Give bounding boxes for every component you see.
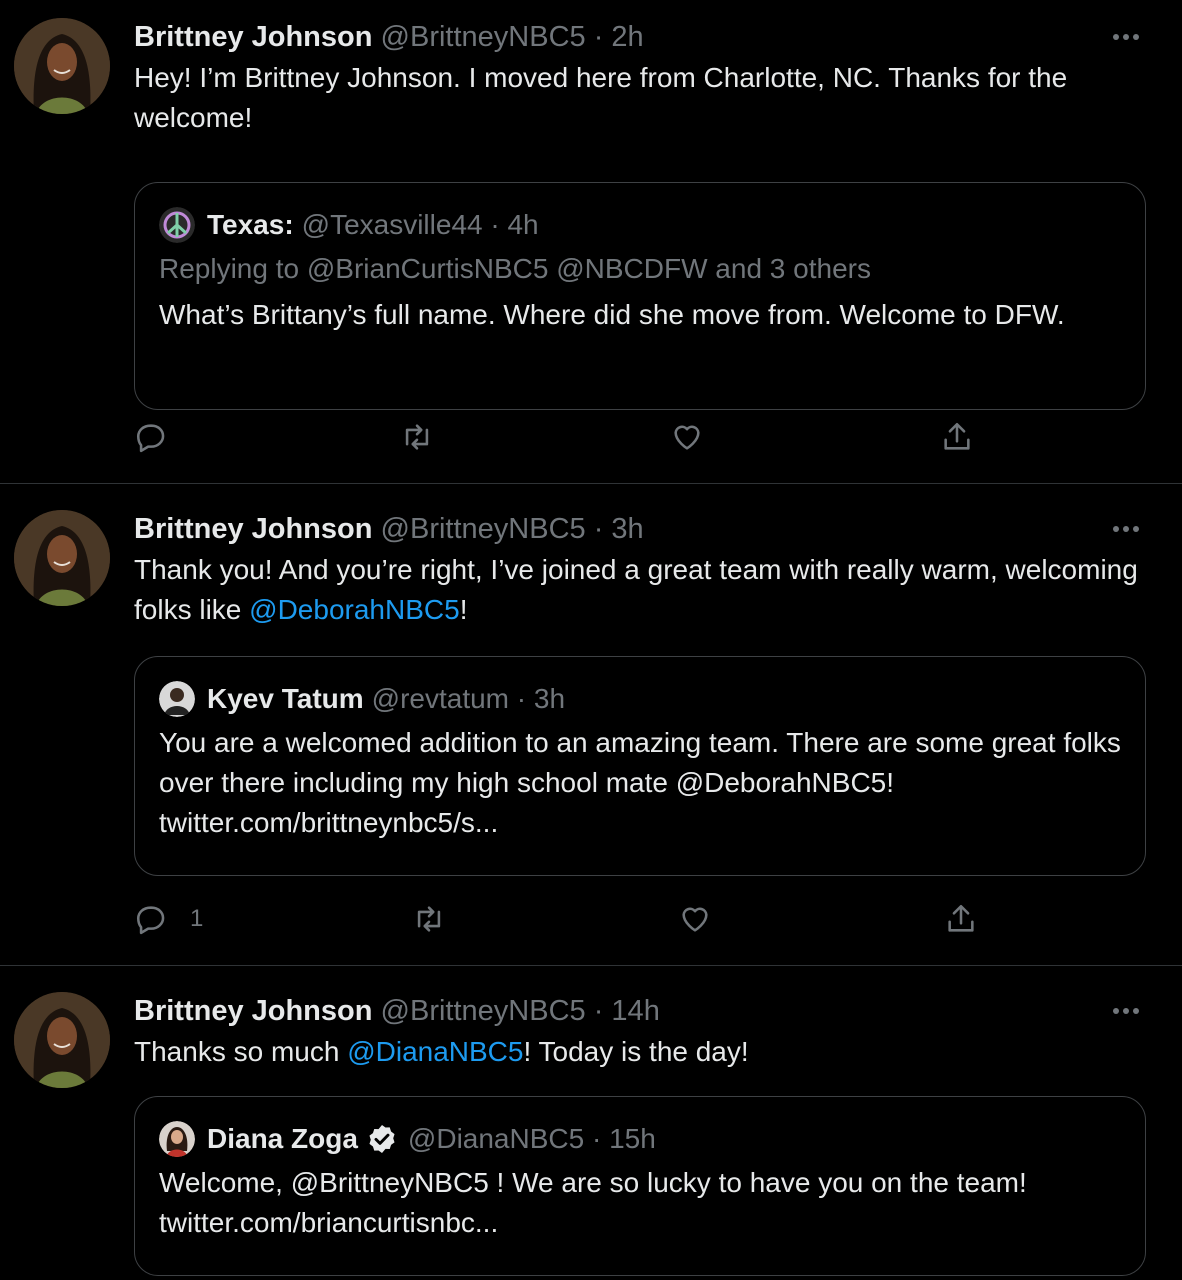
tweet-time[interactable]: · 14h xyxy=(594,995,660,1027)
tweet-text-tail: ! Today is the day! xyxy=(523,1036,749,1067)
quoted-author-handle: @Texasville44 xyxy=(301,209,483,240)
quoted-author-avatar xyxy=(159,207,195,243)
reply-icon xyxy=(136,906,165,935)
tweet-header: Brittney Johnson @BrittneyNBC5 · 2h xyxy=(134,20,1146,54)
quoted-tweet-time: · 15h xyxy=(591,1123,656,1154)
author-name[interactable]: Brittney Johnson xyxy=(134,995,372,1027)
tweet-time[interactable]: · 3h xyxy=(594,513,644,545)
quoted-author-name: Kyev Tatum xyxy=(207,683,364,714)
author-handle[interactable]: @BrittneyNBC5 xyxy=(381,21,586,53)
quoted-tweet-text: What’s Brittany’s full name. Where did s… xyxy=(159,299,1065,330)
more-icon[interactable] xyxy=(1106,994,1146,1028)
reply-count: 1 xyxy=(190,905,204,932)
like-button[interactable] xyxy=(678,902,944,936)
quoted-tweet-text: You are a welcomed addition to an amazin… xyxy=(159,727,1121,838)
mention-link[interactable]: @DeborahNBC5 xyxy=(249,594,460,625)
share-button[interactable] xyxy=(944,902,978,936)
quoted-author-handle: @revtatum xyxy=(371,683,509,714)
tweet-text-body: Thanks so much xyxy=(134,1036,348,1067)
tweet[interactable]: Brittney Johnson @BrittneyNBC5 · 3h Than… xyxy=(0,484,1182,966)
tweet-text: Thanks so much @DianaNBC5! Today is the … xyxy=(134,1032,1146,1072)
more-icon[interactable] xyxy=(1106,512,1146,546)
tweet-text-tail: ! xyxy=(459,594,468,625)
tweet-header: Brittney Johnson @BrittneyNBC5 · 3h xyxy=(134,512,1146,546)
quoted-tweet[interactable]: Diana Zoga @DianaNBC5 · 15h Welcome, @Br… xyxy=(134,1096,1146,1276)
more-icon[interactable] xyxy=(1106,20,1146,54)
share-icon xyxy=(944,422,970,450)
tweet[interactable]: Brittney Johnson @BrittneyNBC5 · 2h Hey!… xyxy=(0,0,1182,484)
quoted-author-name: Diana Zoga xyxy=(207,1123,358,1154)
verified-icon xyxy=(369,1125,395,1153)
replying-to: Replying to @BrianCurtisNBC5 @NBCDFW and… xyxy=(159,253,871,284)
share-icon xyxy=(948,904,974,932)
author-handle[interactable]: @BrittneyNBC5 xyxy=(381,513,586,545)
mention-link[interactable]: @DianaNBC5 xyxy=(347,1036,523,1067)
quoted-tweet-time: · 4h xyxy=(490,209,539,240)
author-name[interactable]: Brittney Johnson xyxy=(134,21,372,53)
share-button[interactable] xyxy=(940,420,974,454)
quoted-tweet-text: Welcome, @BrittneyNBC5 ! We are so lucky… xyxy=(159,1167,1027,1238)
quoted-author-handle: @DianaNBC5 xyxy=(407,1123,585,1154)
tweet-text: Hey! I’m Brittney Johnson. I moved here … xyxy=(134,58,1146,138)
retweet-icon xyxy=(417,906,441,932)
author-avatar[interactable] xyxy=(14,18,110,114)
quoted-author-name: Texas: xyxy=(207,209,294,240)
tweet-time[interactable]: · 2h xyxy=(594,21,644,53)
author-name[interactable]: Brittney Johnson xyxy=(134,513,372,545)
author-avatar[interactable] xyxy=(14,510,110,606)
tweet[interactable]: Brittney Johnson @BrittneyNBC5 · 14h Tha… xyxy=(0,966,1182,1280)
quoted-tweet[interactable]: Texas: @Texasville44 · 4h Replying to @B… xyxy=(134,182,1146,410)
like-icon xyxy=(682,907,708,932)
quoted-author-avatar xyxy=(159,1121,195,1157)
tweet-header: Brittney Johnson @BrittneyNBC5 · 14h xyxy=(134,994,1146,1028)
tweet-text-body: Hey! I’m Brittney Johnson. I moved here … xyxy=(134,62,1068,133)
retweet-button[interactable] xyxy=(412,902,678,936)
quoted-author-avatar xyxy=(159,681,195,717)
quoted-tweet-time: · 3h xyxy=(516,683,566,714)
author-avatar[interactable] xyxy=(14,992,110,1088)
author-handle[interactable]: @BrittneyNBC5 xyxy=(381,995,586,1027)
tweet-text: Thank you! And you’re right, I’ve joined… xyxy=(134,550,1146,630)
reply-button[interactable]: 1 xyxy=(134,902,412,936)
retweet-icon xyxy=(405,424,429,450)
reply-icon xyxy=(136,424,165,453)
quoted-tweet[interactable]: Kyev Tatum @revtatum · 3h You are a welc… xyxy=(134,656,1146,876)
like-icon xyxy=(674,425,700,450)
reply-button[interactable] xyxy=(134,420,400,454)
like-button[interactable] xyxy=(670,420,940,454)
retweet-button[interactable] xyxy=(400,420,670,454)
